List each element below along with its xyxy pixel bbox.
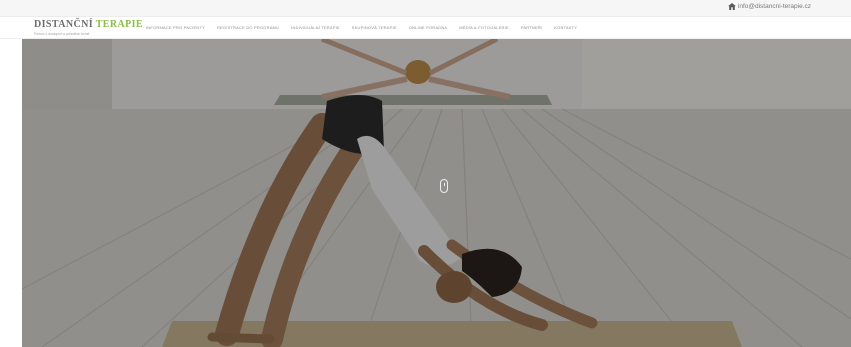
nav-item-registrace[interactable]: Registrace do programu <box>217 25 279 30</box>
site-logo[interactable]: DISTANČNÍ TERAPIE Pomoc v dostupné a poh… <box>34 20 143 37</box>
site-header: DISTANČNÍ TERAPIE Pomoc v dostupné a poh… <box>0 17 851 39</box>
mouse-scroll-icon[interactable] <box>440 179 448 193</box>
hero-overlay <box>22 39 851 347</box>
nav-item-skupinova-terapie[interactable]: Skupinová terapie <box>352 25 397 30</box>
hero-banner <box>22 39 851 347</box>
logo-tagline: Pomoc v dostupné a pohodlné formě <box>34 32 90 36</box>
nav-item-individualni-terapie[interactable]: Individuální terapie <box>291 25 340 30</box>
nav-item-informace-pro-pacienty[interactable]: Informace pro pacienty <box>146 25 205 30</box>
scroll-dot <box>443 183 445 186</box>
logo-text: DISTANČNÍ TERAPIE <box>34 20 143 30</box>
logo-part-2: TERAPIE <box>95 19 143 30</box>
home-icon <box>728 3 736 10</box>
nav-item-media-fotogalerie[interactable]: Média & Fotogalerie <box>459 25 509 30</box>
top-bar: info@distancni-terapie.cz <box>0 0 851 17</box>
contact-email[interactable]: info@distancni-terapie.cz <box>728 3 811 10</box>
nav-item-partneri[interactable]: Partneři <box>521 25 542 30</box>
main-nav: Informace pro pacienty Registrace do pro… <box>146 25 577 30</box>
nav-item-online-poradna[interactable]: Online poradna <box>409 25 448 30</box>
email-link[interactable]: info@distancni-terapie.cz <box>738 3 811 10</box>
nav-item-kontakty[interactable]: Kontakty <box>554 25 577 30</box>
logo-part-1: DISTANČNÍ <box>34 19 93 30</box>
